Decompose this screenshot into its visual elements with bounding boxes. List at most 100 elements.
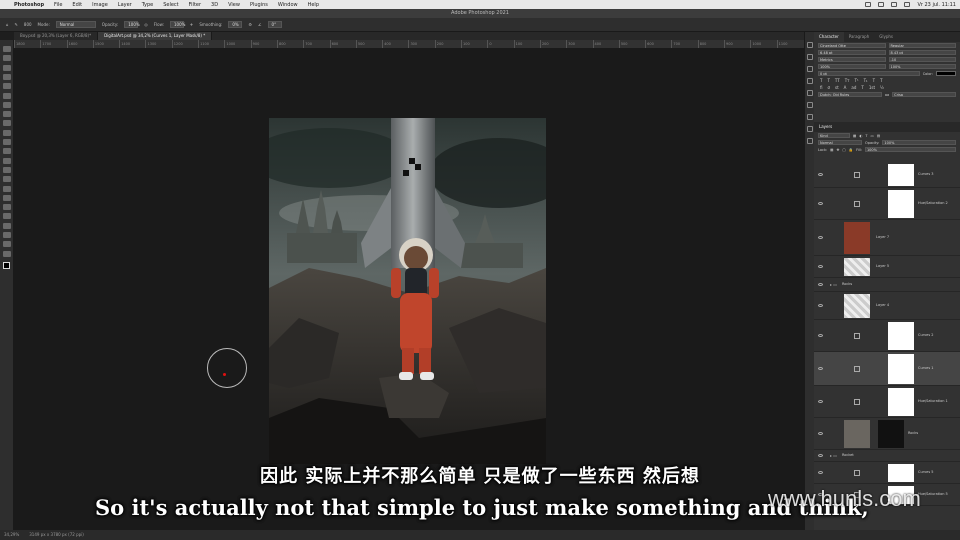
artboard-tool-icon[interactable]: [3, 55, 11, 62]
layer-row[interactable]: Curves 2: [814, 320, 960, 352]
flow-field[interactable]: 100%: [170, 21, 185, 28]
layer-name[interactable]: Hue/Saturation 2: [918, 201, 948, 205]
layer-row[interactable]: Hue/Saturation 2: [814, 188, 960, 220]
eye-icon[interactable]: [818, 304, 823, 307]
status-icon[interactable]: [865, 2, 872, 7]
layer-name[interactable]: Curves 3: [918, 172, 934, 176]
titling-button[interactable]: ad: [851, 85, 856, 90]
layer-name[interactable]: Rocks: [908, 431, 918, 435]
stylistic-button[interactable]: A: [844, 85, 847, 90]
small-caps-button[interactable]: Tт: [845, 78, 850, 83]
edit-toolbar-tool-icon[interactable]: [3, 250, 11, 257]
layer-thumbnail[interactable]: [844, 222, 870, 254]
layers-panel-title[interactable]: Layers: [814, 122, 960, 132]
eraser-tool-icon[interactable]: [3, 157, 11, 164]
hand-tool-icon[interactable]: [3, 232, 11, 238]
brush-tool-icon[interactable]: ✎: [15, 22, 18, 27]
character-panel-icon[interactable]: [807, 114, 813, 120]
zoom-level[interactable]: 34,29%: [4, 530, 19, 540]
type-tool-icon[interactable]: [3, 204, 11, 211]
vertical-scale-field[interactable]: 100%: [818, 64, 886, 69]
menu-help[interactable]: Help: [308, 2, 319, 8]
menu-app[interactable]: Photoshop: [14, 2, 44, 8]
layer-row[interactable]: Layer 4: [814, 292, 960, 320]
eye-icon[interactable]: [818, 454, 823, 457]
antialias-select[interactable]: Crisp: [892, 92, 957, 97]
filter-adjust-icon[interactable]: ◐: [859, 134, 862, 138]
filter-type-icon[interactable]: T: [865, 134, 867, 138]
layer-name[interactable]: Rocks: [842, 282, 852, 286]
lasso-tool-icon[interactable]: [3, 73, 11, 80]
layer-row[interactable]: Curves 3: [814, 162, 960, 188]
swash-button[interactable]: st: [835, 85, 839, 90]
subscript-button[interactable]: T₁: [864, 78, 868, 83]
eye-icon[interactable]: [818, 283, 823, 286]
search-icon[interactable]: [904, 2, 911, 7]
eye-icon[interactable]: [818, 367, 823, 370]
menu-plugins[interactable]: Plugins: [250, 2, 268, 8]
superscript-button[interactable]: T¹: [855, 78, 859, 83]
libraries-panel-icon[interactable]: [807, 102, 813, 108]
underline-button[interactable]: T: [873, 78, 875, 83]
tab-character[interactable]: Character: [814, 32, 844, 42]
folder-icon[interactable]: ▸ ▭: [830, 453, 837, 458]
glyphs-panel-icon[interactable]: [807, 138, 813, 144]
move-tool-icon[interactable]: [3, 46, 11, 52]
font-size-field[interactable]: 6,48 pt: [818, 50, 886, 55]
discretionary-ligature-button[interactable]: ơ: [828, 85, 830, 90]
battery-icon[interactable]: [891, 2, 898, 7]
gear-icon[interactable]: ⚙: [248, 22, 252, 27]
lock-all-icon[interactable]: 🔒: [849, 148, 853, 152]
menu-image[interactable]: Image: [92, 2, 108, 8]
eye-icon[interactable]: [818, 432, 823, 435]
layer-mask-thumbnail[interactable]: [888, 388, 914, 416]
tab-paragraph[interactable]: Paragraph: [844, 32, 875, 42]
layer-name[interactable]: Layer 5: [876, 264, 889, 268]
kerning-field[interactable]: Metrics: [818, 57, 886, 62]
object-select-tool-icon[interactable]: [3, 83, 11, 90]
layer-name[interactable]: Layer 7: [876, 235, 889, 239]
airbrush-icon[interactable]: ✈: [190, 22, 193, 27]
font-family-select[interactable]: Cinzeland Otte: [818, 43, 886, 48]
layer-row[interactable]: Layer 7: [814, 220, 960, 256]
layer-row[interactable]: Layer 5: [814, 256, 960, 278]
layer-mask-thumbnail[interactable]: [888, 322, 914, 350]
layer-name[interactable]: Hue/Saturation 1: [918, 399, 948, 403]
horizontal-ruler[interactable]: 1800 1700 1600 1500 1400 1300 1200 1100 1000 900 8…: [14, 40, 804, 48]
strikethrough-button[interactable]: T: [880, 78, 882, 83]
font-style-select[interactable]: Regular: [888, 43, 956, 48]
menu-file[interactable]: File: [54, 2, 62, 8]
layer-row[interactable]: ▸ ▭ Rocket: [814, 450, 960, 462]
layer-row[interactable]: Curves 1: [814, 352, 960, 386]
menu-edit[interactable]: Edit: [72, 2, 82, 8]
menu-view[interactable]: View: [228, 2, 240, 8]
eye-icon[interactable]: [818, 173, 823, 176]
pen-tool-icon[interactable]: [3, 194, 11, 201]
lock-position-icon[interactable]: ✥: [836, 148, 839, 152]
lock-artboard-icon[interactable]: ▢: [842, 148, 845, 152]
menu-3d[interactable]: 3D: [211, 2, 218, 8]
layer-name[interactable]: Rocket: [842, 453, 854, 457]
opacity-field[interactable]: 100%: [124, 21, 140, 28]
filter-shape-icon[interactable]: ▭: [871, 134, 874, 138]
adjustments-panel-icon[interactable]: [807, 66, 813, 72]
eye-icon[interactable]: [818, 265, 823, 268]
angle-field[interactable]: 0°: [267, 21, 282, 28]
fraction-button[interactable]: 1st: [869, 85, 875, 90]
smoothing-field[interactable]: 0%: [228, 21, 243, 28]
swatches-panel-icon[interactable]: [807, 90, 813, 96]
layer-mask-thumbnail[interactable]: [888, 164, 914, 186]
marquee-tool-icon[interactable]: [3, 64, 11, 71]
actions-panel-icon[interactable]: [807, 54, 813, 60]
faux-italic-button[interactable]: T: [827, 78, 829, 83]
frame-tool-icon[interactable]: [3, 101, 11, 108]
properties-panel-icon[interactable]: [807, 78, 813, 84]
mode-select[interactable]: Normal: [55, 21, 96, 28]
zoom-tool-icon[interactable]: [3, 241, 11, 248]
foreground-color-swatch[interactable]: [3, 262, 10, 269]
ligature-button[interactable]: fi: [820, 85, 823, 90]
home-icon[interactable]: ⌂: [6, 22, 9, 27]
document-canvas[interactable]: [269, 118, 546, 464]
rectangle-tool-icon[interactable]: [3, 222, 11, 229]
clock[interactable]: Vr 23 jul. 11:11: [917, 2, 956, 8]
